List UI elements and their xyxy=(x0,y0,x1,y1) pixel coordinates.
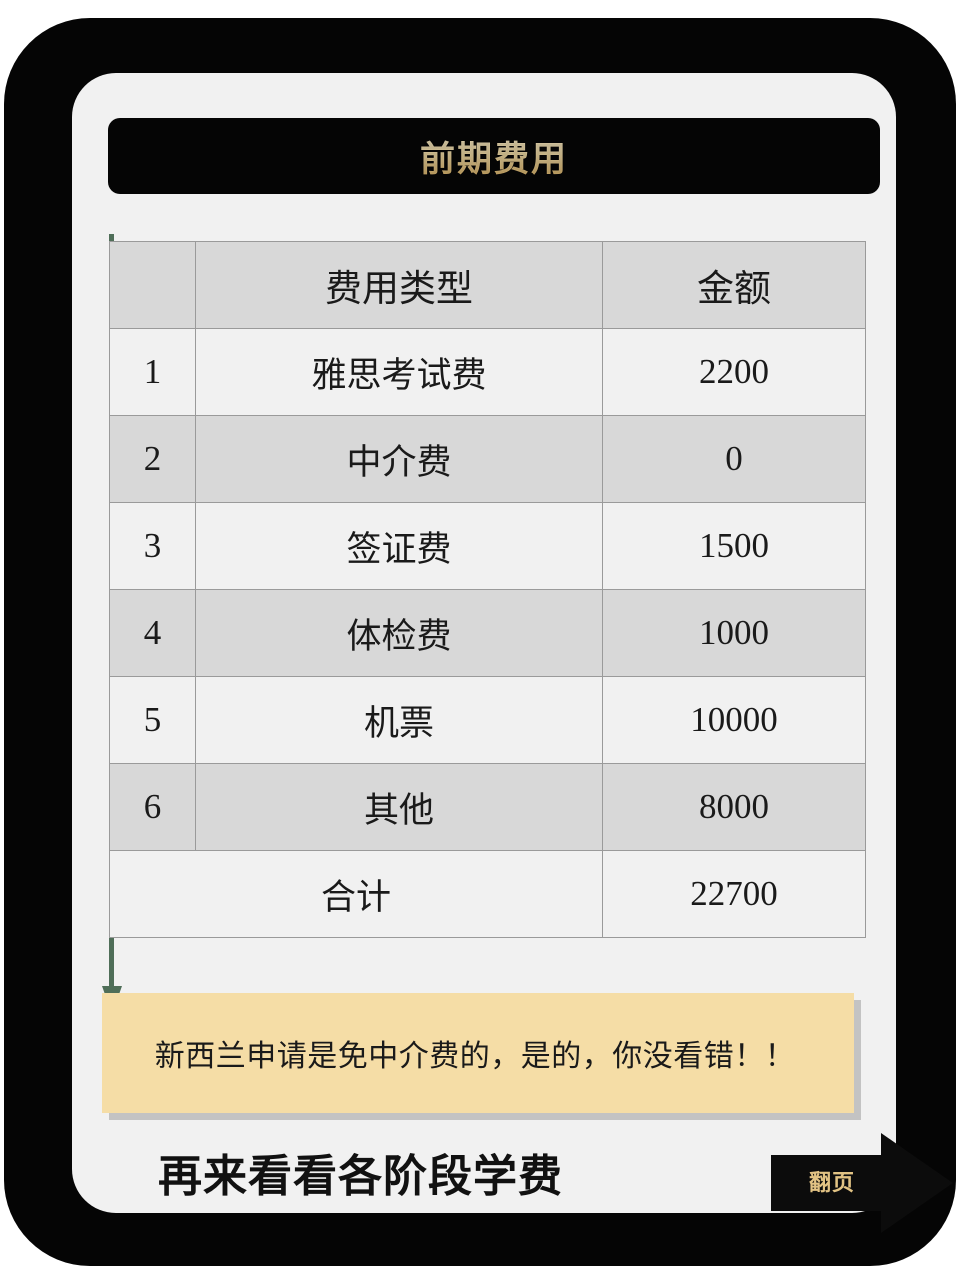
note-callout: 新西兰申请是免中介费的，是的，你没看错！！ xyxy=(102,993,854,1113)
table-row: 2 中介费 0 xyxy=(109,415,866,503)
footer-bar: 再来看看各阶段学费 翻页 xyxy=(72,1128,953,1233)
row-amount: 1500 xyxy=(602,502,866,590)
table-header-row: 费用类型 金额 xyxy=(109,241,866,329)
total-label: 合计 xyxy=(109,850,603,938)
row-type: 中介费 xyxy=(195,415,603,503)
page-title: 前期费用 xyxy=(420,131,568,182)
title-bar: 前期费用 xyxy=(108,118,880,194)
row-index: 4 xyxy=(109,589,196,677)
row-index: 1 xyxy=(109,328,196,416)
row-type: 体检费 xyxy=(195,589,603,677)
row-index: 6 xyxy=(109,763,196,851)
next-page-button[interactable]: 翻页 xyxy=(771,1133,953,1233)
next-page-label: 翻页 xyxy=(808,1170,855,1195)
note-text: 新西兰申请是免中介费的，是的，你没看错！！ xyxy=(154,1040,796,1073)
row-amount: 8000 xyxy=(602,763,866,851)
row-amount: 2200 xyxy=(602,328,866,416)
table-total-row: 合计 22700 xyxy=(109,850,866,938)
poster-root: 前期费用 费用类型 金额 1 雅思考试费 2200 2 中介费 0 3 签证费 … xyxy=(0,0,960,1280)
row-amount: 10000 xyxy=(602,676,866,764)
footer-title: 再来看看各阶段学费 xyxy=(158,1152,563,1201)
row-index: 2 xyxy=(109,415,196,503)
total-amount: 22700 xyxy=(602,850,866,938)
header-cell-amount: 金额 xyxy=(602,241,866,329)
row-amount: 0 xyxy=(602,415,866,503)
row-type: 机票 xyxy=(195,676,603,764)
header-cell-index xyxy=(109,241,196,329)
row-amount: 1000 xyxy=(602,589,866,677)
table-row: 5 机票 10000 xyxy=(109,676,866,764)
cost-table-wrapper: 费用类型 金额 1 雅思考试费 2200 2 中介费 0 3 签证费 1500 … xyxy=(109,241,866,938)
row-index: 3 xyxy=(109,502,196,590)
row-type: 雅思考试费 xyxy=(195,328,603,416)
table-row: 1 雅思考试费 2200 xyxy=(109,328,866,416)
table-row: 6 其他 8000 xyxy=(109,763,866,851)
content-card: 前期费用 费用类型 金额 1 雅思考试费 2200 2 中介费 0 3 签证费 … xyxy=(72,73,953,1233)
table-row: 4 体检费 1000 xyxy=(109,589,866,677)
row-type: 其他 xyxy=(195,763,603,851)
outer-frame: 前期费用 费用类型 金额 1 雅思考试费 2200 2 中介费 0 3 签证费 … xyxy=(4,18,956,1266)
row-index: 5 xyxy=(109,676,196,764)
table-row: 3 签证费 1500 xyxy=(109,502,866,590)
header-cell-type: 费用类型 xyxy=(195,241,603,329)
cost-table: 费用类型 金额 1 雅思考试费 2200 2 中介费 0 3 签证费 1500 … xyxy=(109,241,866,938)
row-type: 签证费 xyxy=(195,502,603,590)
